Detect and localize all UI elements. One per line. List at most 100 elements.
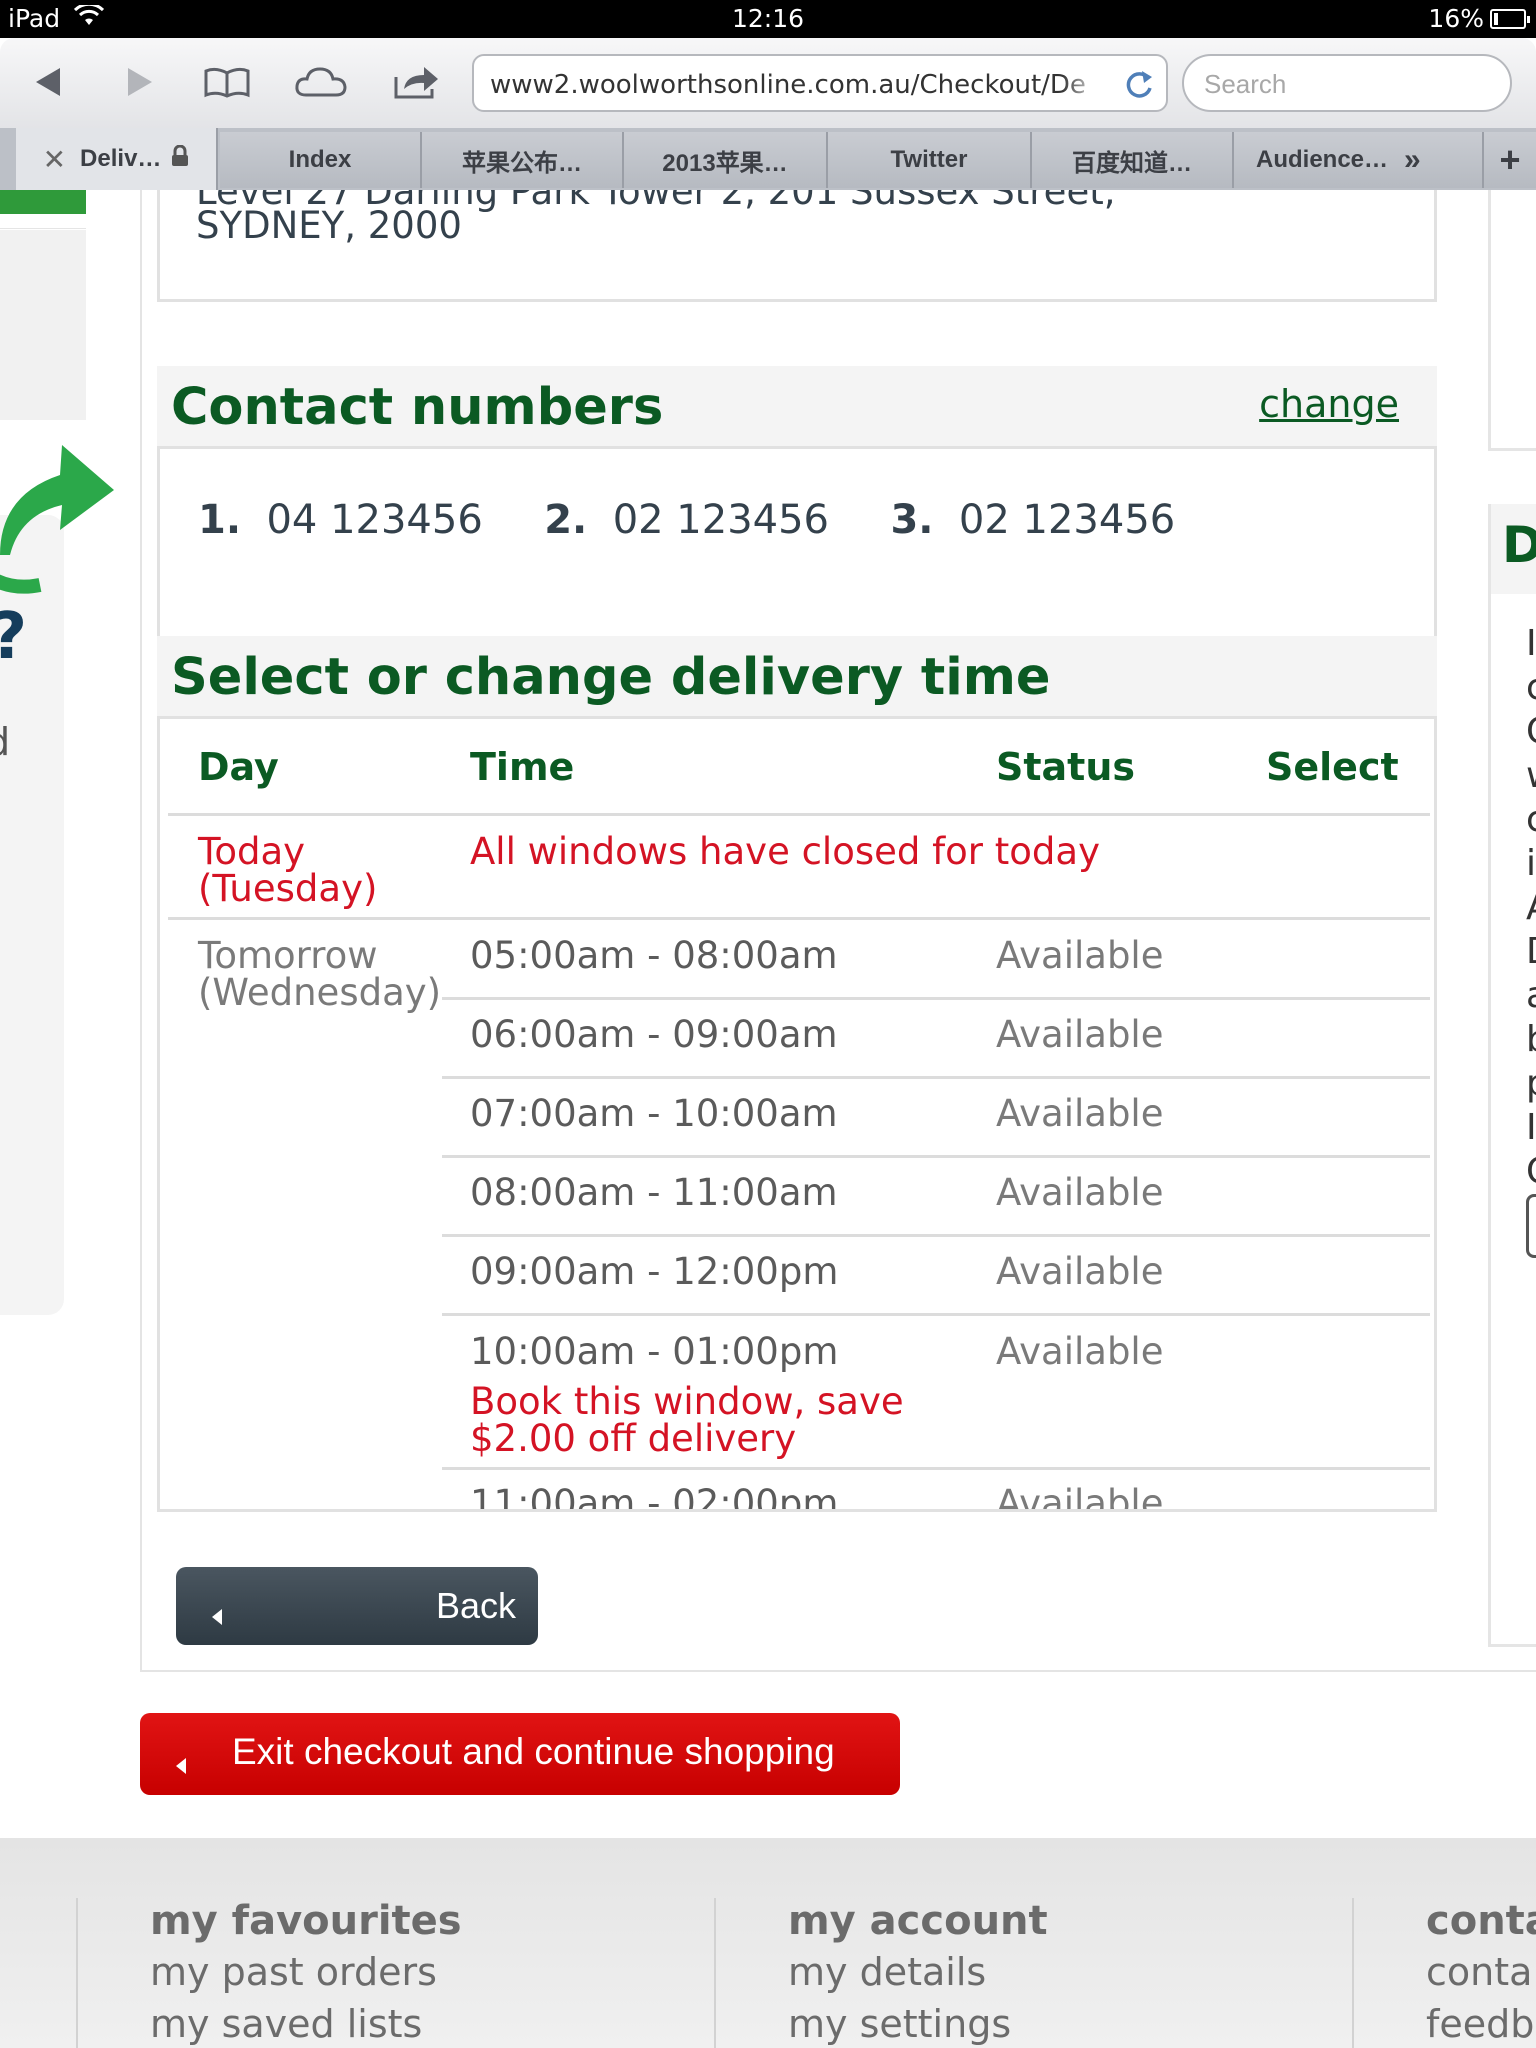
tab-apple-announce[interactable]: 苹果公布… (422, 132, 624, 188)
delivery-header: Select or change delivery time (157, 636, 1437, 720)
row-divider (442, 1313, 1430, 1316)
left-question-mark: ? (0, 600, 27, 674)
slot-time: 06:00am - 09:00am (470, 1013, 838, 1056)
close-tab-icon[interactable]: ✕ (43, 143, 66, 176)
tab-index[interactable]: Index (220, 132, 422, 188)
slot-promo: Book this window, save $2.00 off deliver… (470, 1383, 904, 1457)
column-time: Time (470, 745, 575, 789)
status-bar: iPad 12:16 16% (0, 0, 1536, 38)
tab-label: Audience… (1256, 146, 1389, 173)
delivery-title: Select or change delivery time (171, 648, 1051, 707)
clock: 12:16 (731, 4, 805, 33)
row-divider (442, 997, 1430, 1000)
back-label: Back (435, 1585, 516, 1626)
slot-status: Available (996, 1330, 1164, 1373)
footer-heading: my account (788, 1898, 1048, 1944)
footer-link-my-details[interactable]: my details (788, 1950, 1048, 1994)
footer-heading: my favourites (150, 1898, 462, 1944)
slot-time: 05:00am - 08:00am (470, 934, 838, 977)
tab-baidu-zhidao[interactable]: 百度知道… (1032, 132, 1234, 188)
footer-favourites: my favourites my past orders my saved li… (150, 1898, 462, 2048)
tomorrow-day-line: Tomorrow (198, 934, 378, 977)
footer-divider (714, 1898, 716, 2048)
tab-label: 百度知道… (1072, 149, 1192, 177)
tab-delivery[interactable]: ✕ Deliv… (16, 128, 218, 190)
browser-toolbar: www2.woolworthsonline.com.au/Checkout/De (0, 38, 1536, 128)
slot-time: 10:00am - 01:00pm (470, 1330, 839, 1373)
exit-label: Exit checkout and continue shopping (232, 1731, 835, 1772)
today-closed-message: All windows have closed for today (470, 830, 1100, 873)
tab-audience[interactable]: Audience… » (1234, 132, 1484, 188)
site-footer: my favourites my past orders my saved li… (0, 1838, 1536, 2048)
exit-checkout-button[interactable]: Exit checkout and continue shopping (140, 1713, 900, 1795)
battery-percent: 16% (1428, 4, 1484, 33)
address-box: Level 27 Darling Park Tower 2, 201 Susse… (157, 190, 1437, 302)
contact-index: 3. (890, 497, 934, 543)
promo-line: $2.00 off delivery (470, 1417, 797, 1460)
tab-twitter[interactable]: Twitter (828, 132, 1032, 188)
contact-numbers-list: 1. 04 123456 2. 02 123456 3. 02 123456 (198, 497, 1175, 543)
column-day: Day (198, 745, 279, 789)
footer-link-contact[interactable]: conta (1426, 1950, 1536, 1994)
tomorrow-day-line: (Wednesday) (198, 971, 442, 1014)
new-tab-button[interactable]: + (1484, 132, 1536, 188)
more-tabs-icon[interactable]: » (1404, 143, 1421, 177)
slot-time: 09:00am - 12:00pm (470, 1250, 839, 1293)
today-day: Today (Tuesday) (198, 833, 377, 907)
slot-time: 08:00am - 11:00am (470, 1171, 838, 1214)
back-button[interactable]: Back (176, 1567, 538, 1645)
column-status: Status (996, 745, 1136, 789)
tab-2013-apple[interactable]: 2013苹果… (624, 132, 828, 188)
contact-number: 04 123456 (266, 497, 483, 543)
row-divider (168, 917, 1430, 920)
footer-contact: conta conta feedb (1426, 1898, 1536, 2048)
footer-account: my account my details my settings (788, 1898, 1048, 2048)
contact-title: Contact numbers (171, 378, 664, 437)
search-input[interactable] (1202, 68, 1496, 101)
change-contact-link[interactable]: change (1259, 382, 1399, 426)
tab-label: Twitter (890, 146, 968, 173)
row-divider (442, 1076, 1430, 1079)
lock-icon (171, 144, 189, 174)
tab-label: 2013苹果… (662, 149, 788, 177)
contact-index: 1. (198, 497, 242, 543)
header-divider (168, 813, 1430, 816)
address-bar[interactable]: www2.woolworthsonline.com.au/Checkout/De (472, 54, 1168, 112)
contact-number: 02 123456 (958, 497, 1176, 543)
footer-link-saved-lists[interactable]: my saved lists (150, 2002, 462, 2046)
tab-strip: ✕ Deliv… Index 苹果公布… 2013苹果… Twitter 百度知… (0, 128, 1536, 191)
search-field[interactable] (1182, 54, 1512, 112)
footer-link-past-orders[interactable]: my past orders (150, 1950, 462, 1994)
footer-link-my-settings[interactable]: my settings (788, 2002, 1048, 2046)
battery-icon (1490, 8, 1530, 29)
back-arrow-icon[interactable] (22, 58, 76, 106)
tomorrow-day: Tomorrow (Wednesday) (198, 937, 441, 1011)
icloud-tabs-icon[interactable] (294, 58, 348, 106)
slot-status: Available (996, 1482, 1164, 1512)
share-icon[interactable] (390, 58, 444, 106)
bookmarks-book-icon[interactable] (200, 58, 254, 106)
footer-heading: conta (1426, 1898, 1536, 1944)
column-select: Select (1266, 745, 1399, 789)
footer-divider (76, 1898, 78, 2048)
today-day-line: (Tuesday) (198, 867, 378, 910)
green-tab-strip (0, 190, 86, 214)
today-day-line: Today (198, 830, 306, 873)
footer-divider (1352, 1898, 1354, 2048)
slot-time: 11:00am - 02:00pm (470, 1482, 839, 1512)
contact-index: 2. (544, 497, 588, 543)
footer-link-feedback[interactable]: feedb (1426, 2002, 1536, 2046)
row-divider (442, 1467, 1430, 1470)
slot-status: Available (996, 1250, 1164, 1293)
forward-arrow-icon[interactable] (112, 58, 166, 106)
url-text: www2.woolworthsonline.com.au/Checkout/De (490, 70, 1102, 100)
page-content: ? d D IcCwciADabpIC Level 27 Darling Par… (0, 190, 1536, 2048)
slot-status: Available (996, 1092, 1164, 1135)
slot-time: 07:00am - 10:00am (470, 1092, 838, 1135)
back-triangle-icon (210, 1594, 224, 1636)
exit-triangle-icon (174, 1743, 188, 1785)
reload-icon[interactable] (1122, 68, 1156, 102)
tab-label: Deliv… (80, 145, 162, 172)
left-side-panel: ? d (0, 190, 114, 1600)
slot-status: Available (996, 1171, 1164, 1214)
